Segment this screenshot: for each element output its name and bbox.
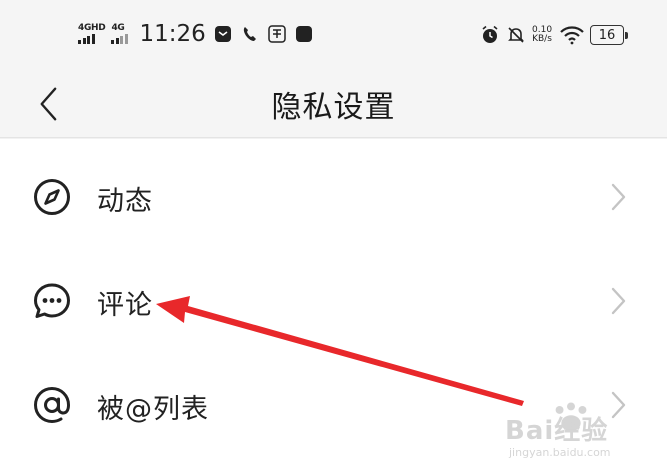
watermark-text: Bai经验	[505, 416, 609, 446]
app-square-icon	[295, 26, 312, 42]
wifi-icon	[560, 26, 584, 45]
alarm-icon	[482, 25, 498, 43]
list-item-comments[interactable]: 评论	[0, 248, 667, 352]
battery-level: 16	[598, 27, 616, 43]
mute-bell-icon	[508, 27, 524, 43]
chevron-right-icon	[611, 287, 626, 315]
comment-bubble-icon	[34, 283, 70, 318]
watermark-url: jingyan.baidu.com	[509, 446, 611, 459]
status-bar-right: 0.10 KB/s 16	[480, 20, 629, 50]
network-type-label: 4G	[111, 23, 125, 33]
page-title: 隐私设置	[271, 90, 396, 125]
status-bar: 4GHD 4G 11:26 0.10 KB/s 16	[0, 0, 667, 70]
at-sign-icon	[33, 386, 71, 424]
list-item-label: 被@列表	[97, 394, 209, 425]
message-app-icon	[214, 26, 231, 42]
chevron-right-icon	[611, 183, 626, 211]
signal-4g-icon: 4G	[111, 24, 129, 44]
network-speed: 0.10 KB/s	[532, 26, 552, 44]
baidu-jingyan-watermark: Bai经验 jingyan.baidu.com	[505, 400, 655, 470]
compass-icon	[34, 179, 70, 215]
app-icon	[268, 25, 286, 43]
status-time: 11:26	[139, 21, 206, 47]
battery-icon: 16	[590, 25, 629, 45]
network-speed-unit: KB/s	[532, 34, 552, 44]
header: 隐私设置	[0, 70, 667, 138]
list-item-label: 动态	[97, 186, 153, 217]
phone-call-icon	[243, 27, 256, 41]
list-item-label: 评论	[97, 290, 153, 321]
status-bar-left: 4GHD 4G 11:26	[78, 18, 322, 50]
signal-4ghd-icon: 4GHD	[78, 23, 106, 44]
list-item-dynamics[interactable]: 动态	[0, 144, 667, 248]
network-type-label: 4GHD	[78, 23, 106, 33]
